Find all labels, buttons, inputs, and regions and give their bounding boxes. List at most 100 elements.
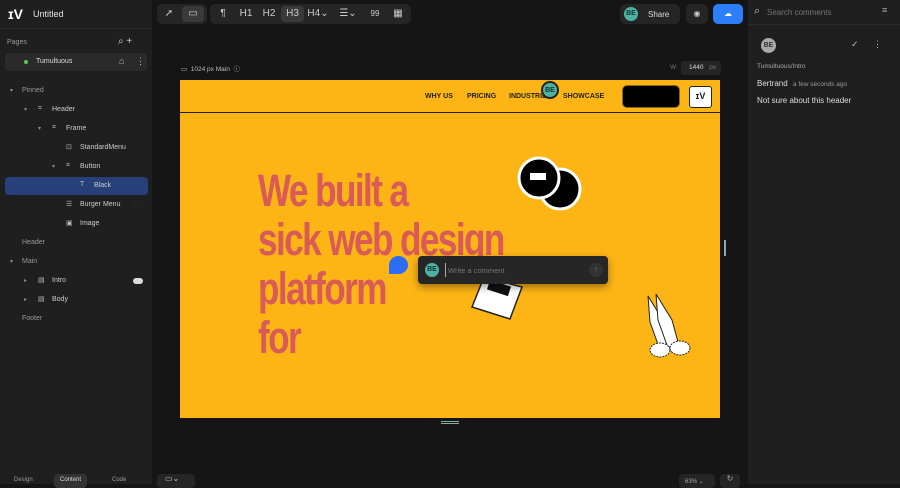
caret-icon[interactable]: ▾ [38, 125, 41, 132]
comment-pin[interactable] [389, 256, 408, 274]
zoom-value: 63% [685, 479, 698, 485]
more-icon[interactable]: ⋮ [873, 39, 882, 50]
filter-icon[interactable]: ≡ [882, 5, 887, 15]
layer-item-header[interactable]: Header [0, 234, 152, 252]
side-resize-handle[interactable] [724, 240, 726, 256]
component-icon: ⊡ [66, 144, 72, 151]
preview-eye-icon[interactable]: ◉ [686, 4, 708, 24]
caret-icon[interactable]: ▾ [10, 258, 13, 265]
comment-tool-icon[interactable]: ▭ [182, 6, 204, 22]
h1-button[interactable]: H1 [235, 6, 257, 22]
table-icon[interactable]: ▦ [388, 6, 408, 22]
coins-sticker-image [517, 156, 582, 211]
layer-item-pinned[interactable]: ▾ Pinned [0, 82, 152, 100]
h3-button[interactable]: H3 [281, 6, 304, 22]
breakpoint-name: 1024 px Main [190, 66, 230, 73]
menu-icon: ☰ [66, 201, 73, 208]
list-dropdown-icon[interactable]: ☰⌄ [336, 6, 360, 22]
quote-button[interactable]: 99 [364, 6, 386, 22]
page-canvas[interactable]: WHY US PRICING INDUSTRIES SHOWCASE ɪV BE… [180, 80, 720, 418]
caret-icon[interactable]: ▸ [24, 296, 27, 303]
comment-path[interactable]: Tumultuous/Intro [757, 63, 806, 70]
layer-item-frame[interactable]: ▾ ⌗ Frame [0, 120, 152, 138]
layer-item-intro[interactable]: ▸ ▤ Intro [0, 272, 152, 290]
add-page-icon[interactable]: + [126, 36, 132, 47]
layer-item-footer[interactable]: Footer [0, 310, 152, 328]
tab-design[interactable]: Design [8, 474, 39, 488]
nav-showcase[interactable]: SHOWCASE [563, 93, 604, 100]
layer-label: Footer [22, 315, 43, 322]
tab-code[interactable]: Code [106, 474, 132, 488]
praying-hands-sticker-image [647, 293, 691, 358]
send-arrow-up-icon[interactable]: ↑ [589, 263, 603, 277]
frame-icon: ⌗ [38, 105, 42, 112]
black-button[interactable] [622, 85, 680, 108]
more-icon[interactable]: ⋮ [136, 56, 145, 67]
layer-item-burger-menu[interactable]: ☰ Burger Menu ◌ [0, 196, 152, 214]
divider [748, 24, 900, 25]
search-comments-input[interactable] [767, 5, 877, 19]
collaborator-cursor-avatar: BE [541, 81, 559, 99]
project-title[interactable]: Untitled [33, 9, 64, 19]
site-header[interactable]: WHY US PRICING INDUSTRIES SHOWCASE ɪV BE [180, 80, 720, 113]
site-logo: ɪV [689, 86, 712, 108]
tab-content[interactable]: Content [54, 474, 88, 488]
image-icon: ▣ [66, 220, 73, 227]
h2-button[interactable]: H2 [258, 6, 280, 22]
resize-handle[interactable] [441, 421, 459, 424]
paragraph-button[interactable]: ¶ [213, 6, 233, 22]
h4-label: H4 [307, 8, 321, 19]
layer-item-standardmenu[interactable]: ⊡ StandardMenu [0, 139, 152, 157]
divider [0, 28, 152, 29]
page-label: Tumultuous [36, 58, 73, 65]
search-icon[interactable]: ⌕ [118, 36, 124, 47]
zoom-dropdown[interactable]: 63% ⌄ [679, 474, 715, 488]
text-format-toolbar: ¶ H1 H2 H3 H4⌄ ☰⌄ 99 ▦ [210, 4, 411, 24]
visibility-toggle[interactable] [133, 278, 143, 284]
pages-actions: ⌕ + [118, 36, 132, 47]
device-dropdown-icon[interactable]: ▭⌄ [157, 474, 195, 488]
comment-meta: Bertrand a few seconds ago [757, 79, 847, 88]
app-logo: ɪV [8, 6, 24, 22]
layer-item-header[interactable]: ▾ ⌗ Header [0, 101, 152, 119]
caret-icon[interactable]: ▾ [52, 163, 55, 170]
text-icon: T [80, 181, 85, 188]
pages-label: Pages [7, 39, 27, 46]
search-icon: ⌕ [754, 5, 761, 17]
comment-text: Not sure about this header [757, 96, 852, 105]
layer-item-button[interactable]: ▾ ⌗ Button [0, 158, 152, 176]
h4-dropdown[interactable]: H4⌄ [306, 6, 330, 22]
nav-pricing[interactable]: PRICING [467, 93, 496, 100]
left-sidebar: ɪV Untitled Pages ⌕ + Tumultuous ⌂ ⋮ ▾ Pi… [0, 0, 152, 488]
layer-item-main[interactable]: ▾ Main [0, 253, 152, 271]
layer-label: Header [22, 239, 45, 246]
caret-icon[interactable]: ▾ [24, 106, 27, 113]
avatar: BE [624, 7, 638, 21]
caret-icon[interactable]: ▾ [10, 87, 13, 94]
page-item-tumultuous[interactable]: Tumultuous ⌂ ⋮ [5, 53, 147, 71]
comment-time: a few seconds ago [792, 81, 848, 88]
avatar: BE [425, 263, 439, 277]
avatar: BE [761, 38, 776, 53]
width-input[interactable]: 1440 px [681, 61, 721, 75]
width-value: 1440 [689, 64, 704, 71]
frame-icon: ⌗ [52, 124, 56, 131]
laptop-icon: ▭ [181, 66, 188, 73]
resolve-check-icon[interactable]: ✓ [851, 39, 859, 50]
share-button[interactable]: BE Share [620, 4, 680, 24]
layer-item-image[interactable]: ▣ Image [0, 215, 152, 233]
publish-cloud-upload-icon[interactable]: ☁ [713, 4, 743, 24]
nav-why-us[interactable]: WHY US [425, 93, 453, 100]
refresh-icon[interactable]: ↻ [720, 474, 740, 488]
comment-input[interactable] [445, 263, 575, 277]
layer-label: StandardMenu [80, 144, 126, 151]
layer-label: Black [94, 182, 112, 189]
comments-panel: ⌕ ≡ BE ✓ ⋮ Tumultuous/Intro Bertrand a f… [748, 0, 900, 484]
layer-item-body[interactable]: ▸ ▤ Body [0, 291, 152, 309]
hidden-eye-icon[interactable]: ◌ [133, 201, 137, 208]
breakpoint-label[interactable]: ▭ 1024 px Main ⓘ [181, 63, 240, 73]
caret-icon[interactable]: ▸ [24, 277, 27, 284]
layer-item-black[interactable]: T Black [5, 177, 148, 195]
share-label: Share [648, 10, 670, 19]
select-tool-icon[interactable]: ➚ [160, 6, 178, 22]
